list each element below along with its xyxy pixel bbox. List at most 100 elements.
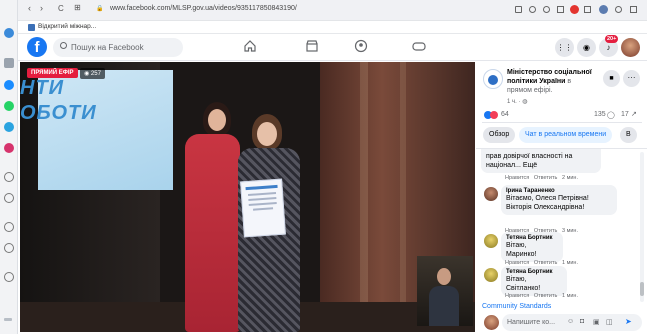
like-link[interactable]: Нравится (505, 175, 529, 181)
pip-video[interactable] (417, 256, 473, 326)
play-icon[interactable] (4, 172, 14, 182)
comment-text: Вітаємо, Олеся Петрівна! Вікторія Олекса… (506, 195, 589, 211)
comments-scrollbar[interactable] (640, 152, 644, 302)
tab-more[interactable]: В (620, 127, 637, 143)
comment-actions: Нравится Ответить 2 мин. (505, 175, 578, 181)
adblock-icon[interactable] (570, 5, 579, 14)
page-avatar[interactable] (483, 69, 503, 89)
comment-time: 2 мин. (561, 175, 578, 181)
bookmarks-bar: Відкритий міжнар... (18, 21, 647, 34)
search-icon (60, 42, 67, 49)
sticker-icon[interactable]: ◫ (606, 318, 613, 326)
comment-time: 3 мин. (561, 228, 578, 234)
browser-toolbar: ‹ › C ⊞ 🔒 www.facebook.com/MLSP.gov.ua/v… (18, 0, 647, 21)
extension-icon[interactable] (584, 6, 591, 13)
video-side-panel: Міністерство соціальної політики України… (476, 62, 647, 334)
wallet-icon[interactable] (543, 6, 550, 13)
forward-button[interactable]: › (40, 3, 43, 13)
live-video-player[interactable]: НТИ ОБОТИ ПРЯМИЙ ЕФІР ◉ 257 (20, 62, 475, 332)
love-reaction-icon (490, 111, 498, 119)
avatar[interactable] (484, 268, 498, 282)
community-standards-link[interactable]: Community Standards (482, 303, 551, 310)
home-icon[interactable] (4, 28, 14, 38)
gif-icon[interactable]: ▣ (593, 318, 600, 326)
viewer-count: ◉ 257 (80, 68, 105, 79)
comment-time: 1 мин. (561, 260, 578, 266)
shares-count[interactable]: 17 (621, 111, 629, 118)
bag-icon[interactable] (4, 58, 14, 68)
comment-actions: Нравится Ответить 1 мин. (505, 293, 578, 299)
facebook-logo[interactable]: f (27, 37, 47, 57)
groups-nav-icon[interactable] (354, 39, 368, 53)
certificate (240, 178, 286, 238)
avatar[interactable] (484, 187, 498, 201)
camera-icon[interactable]: ◘ (580, 318, 584, 325)
facebook-header: f Пошук на Facebook ⋮⋮ ◉ ♪ 20+ (18, 34, 647, 61)
back-button[interactable]: ‹ (28, 3, 31, 13)
reply-link[interactable]: Ответить (534, 293, 558, 299)
post-time-value: 1 ч. (507, 99, 517, 105)
bookmark-icon (28, 24, 35, 31)
eye-icon: ◉ (84, 71, 91, 77)
whatsapp-icon[interactable] (4, 101, 14, 111)
screen-text-2: ОБОТИ (20, 102, 97, 124)
account-avatar[interactable] (621, 38, 640, 57)
viewer-count-value: 257 (90, 71, 101, 77)
person-red-dress (185, 134, 240, 332)
share-icon: ↗ (631, 111, 637, 118)
tab-live-chat[interactable]: Чат в реальном времени (519, 127, 613, 143)
menu-icon[interactable] (630, 6, 637, 13)
tab-overview[interactable]: Обзор (483, 127, 516, 143)
comment-text: прав довірчої власності на націонал... Е… (486, 153, 573, 169)
send-icon[interactable] (4, 193, 14, 203)
save-icon[interactable]: ■ (603, 70, 620, 87)
post-time: 1 ч. · ◍ (507, 99, 528, 105)
reactions-count[interactable]: 64 (501, 111, 509, 118)
profile-icon[interactable] (599, 5, 608, 14)
address-bar[interactable]: www.facebook.com/MLSP.gov.ua/videos/9351… (110, 5, 297, 12)
live-badge: ПРЯМИЙ ЕФІР (27, 68, 78, 78)
avatar (484, 315, 499, 330)
comment-bubble: Тетяна Бортник Вітаю, Світланко! (501, 266, 567, 296)
download-icon[interactable] (557, 6, 564, 13)
lock-icon: 🔒 (96, 6, 104, 12)
tabs-grid-icon[interactable]: ⊞ (74, 3, 81, 12)
screenshot-icon[interactable] (515, 6, 522, 13)
reload-button[interactable]: C (58, 4, 64, 13)
comment-time: 1 мин. (561, 293, 578, 299)
marketplace-nav-icon[interactable] (305, 39, 319, 53)
search-input[interactable]: Пошук на Facebook (53, 38, 183, 57)
person-patterned-top (238, 148, 300, 332)
history-icon[interactable] (4, 243, 14, 253)
telegram-icon[interactable] (4, 122, 14, 132)
avatar[interactable] (484, 234, 498, 248)
home-nav-icon[interactable] (243, 39, 257, 53)
menu-grid-icon[interactable]: ⋮⋮ (555, 38, 574, 57)
messenger-button-icon[interactable]: ◉ (577, 38, 596, 57)
comment-icon: ◯ (607, 112, 615, 119)
more-icon[interactable] (4, 318, 12, 321)
gaming-nav-icon[interactable] (412, 39, 426, 53)
heart-icon[interactable] (4, 222, 14, 232)
bookmark-item[interactable]: Відкритий міжнар... (38, 23, 96, 30)
comment-bubble: прав довірчої власності на націонал... Е… (481, 149, 601, 173)
comment-text: Вітаю, Маринко! (506, 242, 537, 258)
more-options-icon[interactable]: ··· (623, 70, 640, 87)
globe-icon: ◍ (522, 99, 528, 105)
page-name[interactable]: Міністерство соціальної політики України (507, 69, 592, 85)
send-icon[interactable]: ➤ (625, 317, 632, 326)
like-link[interactable]: Нравится (505, 293, 529, 299)
instagram-icon[interactable] (4, 143, 14, 153)
messenger-icon[interactable] (4, 80, 14, 90)
comment-bubble: Ірина Тараненко Вітаємо, Олеся Петрівна!… (501, 185, 617, 215)
comments-count[interactable]: 135 (594, 111, 606, 118)
screen-text-1: НТИ (20, 77, 65, 99)
camera-icon[interactable] (529, 6, 536, 13)
settings-icon[interactable] (615, 6, 622, 13)
comment-text: Вітаю, Світланко! (506, 276, 541, 292)
location-icon[interactable] (4, 272, 14, 282)
browser-sidebar (0, 0, 18, 334)
reply-link[interactable]: Ответить (534, 175, 558, 181)
emoji-icon[interactable]: ☺ (567, 318, 574, 325)
comment-bubble: Тетяна Бортник Вітаю, Маринко! (501, 232, 563, 262)
